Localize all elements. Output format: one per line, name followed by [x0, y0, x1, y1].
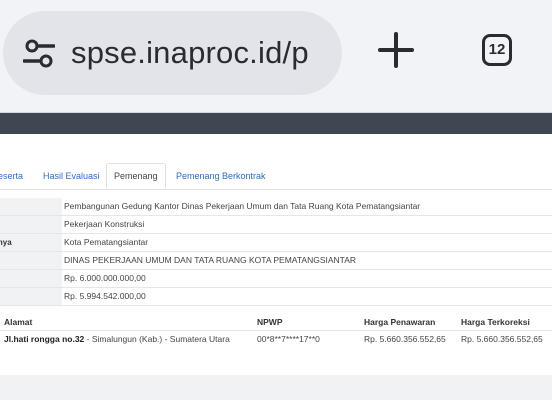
- cell-npwp: 00*8**7****17**0: [257, 334, 320, 344]
- address-bar[interactable]: spse.inaproc.id/p: [3, 11, 342, 95]
- info-label: [0, 216, 62, 233]
- column-header-npwp: NPWP: [257, 317, 283, 327]
- tab-pemenang-berkontrak[interactable]: Pemenang Berkontrak: [176, 164, 266, 188]
- info-value-lokasi: Kota Pematangsiantar: [64, 237, 149, 247]
- column-header-harga-penawaran: Harga Penawaran: [364, 317, 436, 327]
- site-header-bar: [0, 113, 552, 134]
- cell-alamat: Jl.hati rongga no.32 - Simalungun (Kab.)…: [4, 331, 230, 347]
- new-tab-icon[interactable]: [378, 32, 414, 68]
- info-value-pagu: Rp. 6.000.000.000,00: [64, 273, 146, 283]
- info-value-hps: Rp. 5.994.542.000,00: [64, 291, 146, 301]
- info-row-nama-paket: Pembangunan Gedung Kantor Dinas Pekerjaa…: [0, 198, 552, 216]
- tab-bar: eserta Hasil Evaluasi Pemenang Pemenang …: [0, 160, 552, 190]
- info-row-kategori: Pekerjaan Konstruksi: [0, 216, 552, 234]
- info-label: [0, 198, 62, 215]
- info-row-hps: Rp. 5.994.542.000,00: [0, 288, 552, 306]
- info-value-kategori: Pekerjaan Konstruksi: [64, 219, 145, 229]
- tender-detail-panel: eserta Hasil Evaluasi Pemenang Pemenang …: [0, 134, 552, 375]
- table-row: Jl.hati rongga no.32 - Simalungun (Kab.)…: [0, 331, 552, 347]
- winner-table-header: Alamat NPWP Harga Penawaran Harga Terkor…: [0, 314, 552, 331]
- info-label: [0, 252, 62, 269]
- browser-toolbar: spse.inaproc.id/p 12: [0, 0, 552, 112]
- cell-harga-penawaran: Rp. 5.660.356.552,65: [364, 334, 446, 344]
- tab-switcher-button[interactable]: 12: [482, 34, 512, 66]
- info-label: [0, 270, 62, 287]
- alamat-street: Jl.hati rongga no.32: [4, 334, 85, 344]
- url-text[interactable]: spse.inaproc.id/p: [71, 30, 309, 76]
- site-settings-icon[interactable]: [23, 38, 55, 68]
- info-label: nnya: [0, 234, 62, 251]
- column-header-alamat: Alamat: [4, 317, 33, 327]
- cell-harga-terkoreksi: Rp. 5.660.356.552,65: [461, 334, 543, 344]
- tab-pemenang[interactable]: Pemenang: [106, 163, 166, 189]
- page-background: [0, 375, 552, 400]
- tab-peserta[interactable]: eserta: [0, 164, 23, 188]
- tab-hasil-evaluasi[interactable]: Hasil Evaluasi: [43, 164, 100, 188]
- info-row-instansi: DINAS PEKERJAAN UMUM DAN TATA RUANG KOTA…: [0, 252, 552, 270]
- info-value-instansi: DINAS PEKERJAAN UMUM DAN TATA RUANG KOTA…: [64, 255, 357, 265]
- alamat-region: - Simalungun (Kab.) - Sumatera Utara: [84, 334, 230, 344]
- info-value-nama-paket: Pembangunan Gedung Kantor Dinas Pekerjaa…: [64, 201, 421, 211]
- info-row-pagu: Rp. 6.000.000.000,00: [0, 270, 552, 288]
- info-row-lokasi: nnya Kota Pematangsiantar: [0, 234, 552, 252]
- info-label: [0, 288, 62, 305]
- column-header-harga-terkoreksi: Harga Terkoreksi: [461, 317, 530, 327]
